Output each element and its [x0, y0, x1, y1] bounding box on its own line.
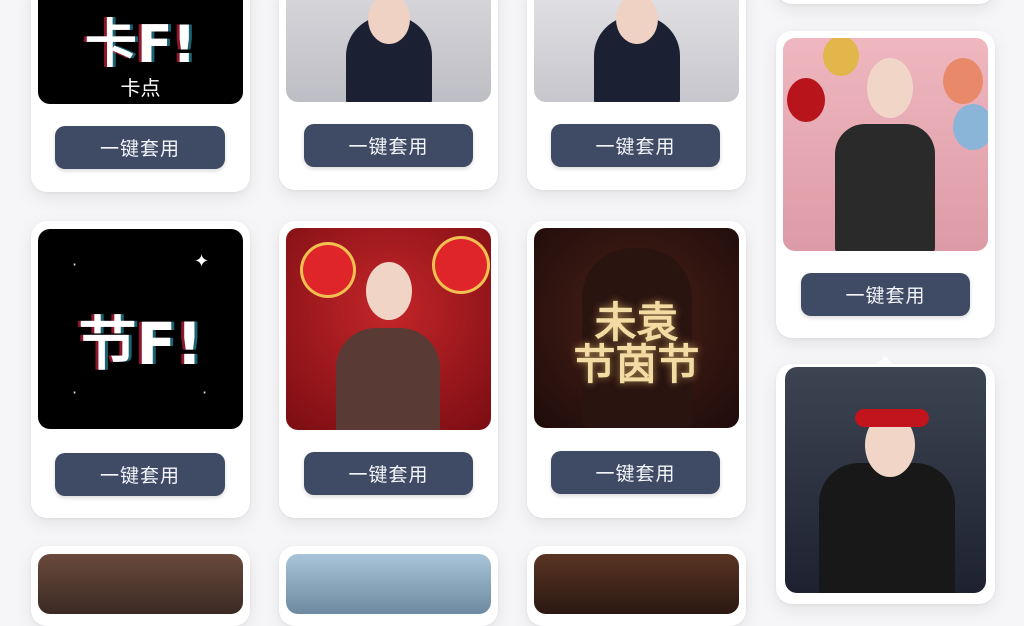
apply-button[interactable]: 一键套用 [55, 453, 225, 496]
flower-headpiece [855, 409, 929, 427]
dot-icon: · [202, 383, 208, 402]
portrait-figure [819, 463, 955, 593]
template-card[interactable]: 一键套用 [279, 0, 498, 190]
apply-button[interactable]: 一键套用 [304, 452, 473, 495]
template-thumbnail[interactable] [534, 0, 739, 102]
apply-button[interactable]: 一键套用 [55, 126, 225, 169]
apply-button[interactable]: 一键套用 [801, 273, 970, 316]
portrait-face [867, 58, 913, 118]
template-card[interactable]: 一键套用 [776, 31, 995, 338]
balloon [823, 38, 859, 76]
template-big-text: 节F! [78, 310, 203, 378]
portrait-figure [336, 328, 440, 430]
template-thumbnail[interactable] [286, 554, 491, 614]
template-thumbnail[interactable] [38, 554, 243, 614]
apply-button[interactable]: 一键套用 [551, 124, 720, 167]
lantern-left [300, 242, 356, 298]
template-thumbnail[interactable]: 节F! ✦ · · · [38, 229, 243, 429]
template-card[interactable]: 一键套用 [527, 0, 746, 190]
balloon [787, 78, 825, 122]
lantern-right [432, 236, 490, 294]
template-thumbnail[interactable] [534, 554, 739, 614]
template-card-preview[interactable] [776, 364, 995, 604]
balloon [943, 58, 983, 104]
dot-icon: · [72, 255, 78, 274]
template-thumbnail[interactable]: 未袁 节茵节 [534, 228, 739, 428]
apply-button[interactable]: 一键套用 [304, 124, 473, 167]
template-thumbnail[interactable] [785, 367, 986, 593]
template-card-jiedian[interactable]: 节F! ✦ · · · 一键套用 [31, 221, 250, 518]
template-thumbnail[interactable] [783, 38, 988, 251]
template-card-festival[interactable]: 未袁 节茵节 一键套用 [527, 221, 746, 518]
portrait-figure [835, 124, 935, 251]
sparkle-icon: ✦ [194, 251, 210, 272]
dot-icon: · [72, 383, 78, 402]
template-thumbnail[interactable]: 卡F! 卡点 [38, 0, 243, 104]
template-card[interactable] [31, 546, 250, 626]
template-card-kadian[interactable]: 卡F! 卡点 一键套用 [31, 0, 250, 192]
balloon [953, 104, 988, 150]
portrait-face [366, 262, 412, 320]
template-card[interactable] [279, 546, 498, 626]
template-thumbnail[interactable] [286, 0, 491, 102]
template-card[interactable]: 一键套用 [279, 221, 498, 518]
festival-title-line2: 节茵节 [573, 340, 700, 389]
template-card[interactable] [527, 546, 746, 626]
template-big-text: 卡F! [84, 15, 197, 75]
template-thumbnail[interactable] [286, 228, 491, 430]
template-card[interactable] [776, 0, 995, 4]
apply-button[interactable]: 一键套用 [551, 451, 720, 494]
template-sub-text: 卡点 [120, 76, 161, 100]
